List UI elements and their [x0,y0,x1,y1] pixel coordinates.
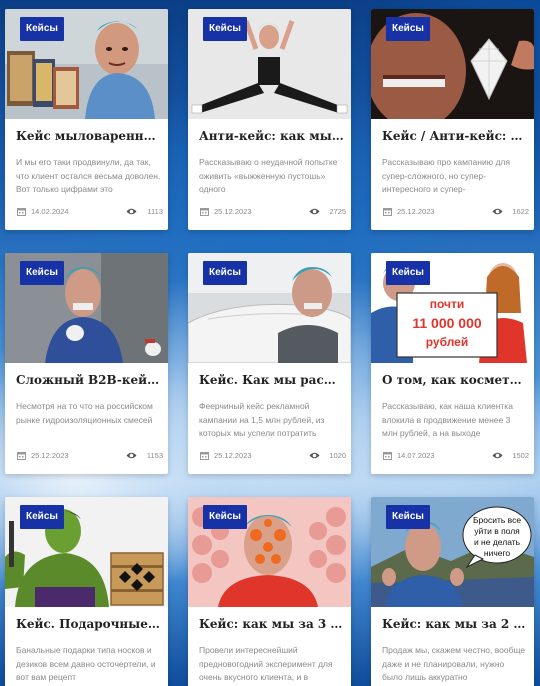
cases-grid: Кейсы Кейс мыловаренной м... И мы его та… [0,0,540,686]
category-badge[interactable]: Кейсы [20,505,64,529]
category-badge[interactable]: Кейсы [386,505,430,529]
eye-icon [126,208,137,215]
case-meta: 14.07.2023 1502 [382,450,529,462]
case-date: 25.12.2023 [214,451,252,460]
sign-text-line3: рублей [426,335,468,349]
case-title[interactable]: Кейс: как мы за 2 неде... [382,616,527,632]
case-date: 14.02.2024 [31,207,69,216]
case-meta: 25.12.2023 1153 [16,450,163,462]
case-excerpt: Банальные подарки типа носков и дезиков … [16,645,156,682]
case-meta: 25.12.2023 2725 [199,206,346,218]
category-badge[interactable]: Кейсы [386,261,430,285]
bubble-text-line4: ничего [484,548,511,558]
calendar-icon [17,452,26,460]
category-badge[interactable]: Кейсы [20,17,64,41]
case-title[interactable]: Кейс: как мы за 3 неде... [199,616,344,632]
case-views: 2725 [329,207,346,216]
case-thumbnail[interactable]: Кейсы [188,253,351,363]
case-views: 1020 [329,451,346,460]
case-excerpt: Несмотря на то что на российском рынке г… [16,401,153,425]
category-badge[interactable]: Кейсы [203,261,247,285]
case-card[interactable]: Кейсы Кейс / Анти-кейс: как ... Рассказы… [371,9,534,230]
case-date: 25.12.2023 [214,207,252,216]
category-badge[interactable]: Кейсы [386,17,430,41]
case-card[interactable]: Кейсы Кейс мыловаренной м... И мы его та… [5,9,168,230]
bubble-text-line1: Бросить все [473,515,521,525]
calendar-icon [200,452,209,460]
case-excerpt: Рассказываю о неудачной попытке оживить … [199,157,338,194]
sign-icon: почти 11 000 000 рублей [396,292,498,358]
case-meta: 25.12.2023 1020 [199,450,346,462]
case-views: 1153 [146,451,163,460]
case-date: 14.07.2023 [397,451,435,460]
case-views: 1622 [512,207,529,216]
eye-icon [492,452,503,459]
case-excerpt: Рассказываю про кампанию для супер-сложн… [382,157,510,194]
case-thumbnail[interactable]: Бросить все уйти в поля и не делать ниче… [371,497,534,607]
case-excerpt: Продаж мы, скажем честно, вообще даже и … [382,645,526,682]
case-thumbnail[interactable]: Кейсы [371,9,534,119]
calendar-icon [200,208,209,216]
case-date: 25.12.2023 [397,207,435,216]
case-excerpt: Провели интереснейший предновогодний экс… [199,645,333,682]
case-excerpt: Рассказываю, как наша клиентка влокила в… [382,401,513,438]
case-title[interactable]: Кейс. Подарочные ящ... [16,616,161,632]
case-meta: 14.02.2024 1113 [16,206,163,218]
case-date: 25.12.2023 [31,451,69,460]
case-title[interactable]: Кейс мыловаренной м... [16,128,161,144]
case-thumbnail[interactable]: Кейсы [188,497,351,607]
category-badge[interactable]: Кейсы [20,261,64,285]
case-thumbnail[interactable]: Кейсы [5,497,168,607]
eye-icon [126,452,137,459]
calendar-icon [383,452,392,460]
case-title[interactable]: Кейс / Анти-кейс: как ... [382,128,527,144]
sign-text-line2: 11 000 000 [412,315,482,331]
bubble-text-line2: уйти в поля [474,526,520,536]
case-title[interactable]: Анти-кейс: как мы не ... [199,128,344,144]
bubble-text-line3: и не делать [474,537,521,547]
case-card[interactable]: Кейсы Кейс: как мы за 3 неде... Провели … [188,497,351,686]
case-thumbnail[interactable]: Кейсы [5,253,168,363]
calendar-icon [383,208,392,216]
case-card[interactable]: Кейсы Анти-кейс: как мы не ... Рассказыв… [188,9,351,230]
eye-icon [309,208,320,215]
case-card[interactable]: Кейсы Кейс. Подарочные ящ... Банальные п… [5,497,168,686]
case-title[interactable]: О том, как косметолог... [382,372,527,388]
case-thumbnail[interactable]: почти 11 000 000 рублей Кейсы [371,253,534,363]
eye-icon [309,452,320,459]
sign-text-line1: почти [430,297,465,311]
wooden-box-icon [110,552,164,606]
category-badge[interactable]: Кейсы [203,17,247,41]
eye-icon [492,208,503,215]
case-card[interactable]: почти 11 000 000 рублей Кейсы О том, как… [371,253,534,474]
case-title[interactable]: Сложный B2B-кейс: ка... [16,372,161,388]
category-badge[interactable]: Кейсы [203,505,247,529]
case-card[interactable]: Кейсы Кейс. Как мы раскрут... Феерчиный … [188,253,351,474]
case-meta: 25.12.2023 1622 [382,206,529,218]
case-card[interactable]: Бросить все уйти в поля и не делать ниче… [371,497,534,686]
case-excerpt: Феерчиный кейс рекламной кампании на 1,5… [199,401,325,438]
case-card[interactable]: Кейсы Сложный B2B-кейс: ка... Несмотря н… [5,253,168,474]
case-title[interactable]: Кейс. Как мы раскрут... [199,372,344,388]
calendar-icon [17,208,26,216]
case-views: 1502 [512,451,529,460]
case-views: 1113 [147,207,163,216]
case-thumbnail[interactable]: Кейсы [5,9,168,119]
case-thumbnail[interactable]: Кейсы [188,9,351,119]
case-excerpt: И мы его таки продвинули, да так, что кл… [16,157,161,194]
